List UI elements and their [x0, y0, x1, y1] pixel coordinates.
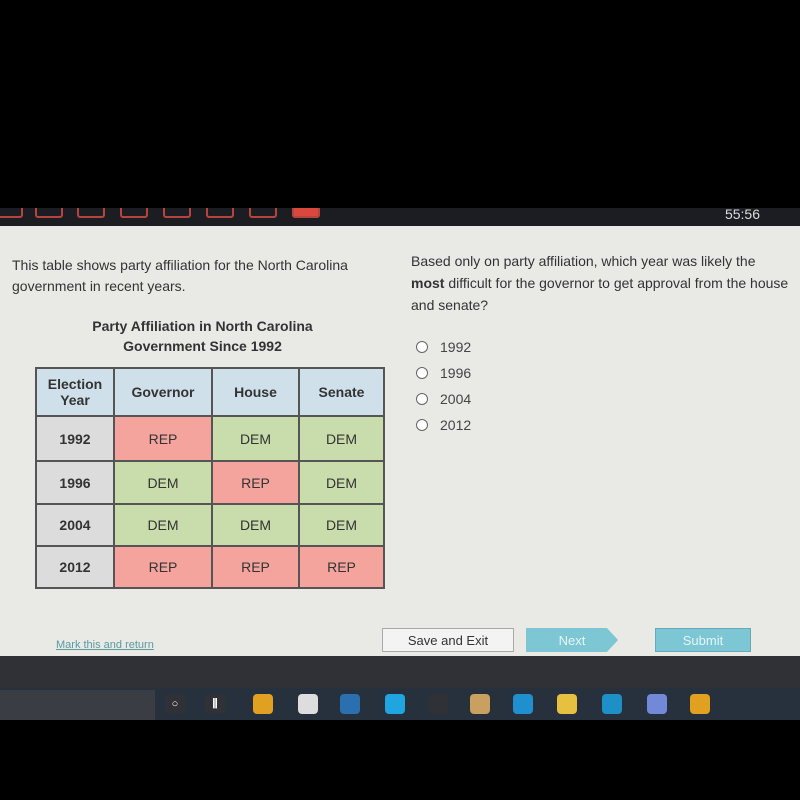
house-cell: DEM: [211, 415, 300, 462]
question-nav-box[interactable]: [120, 208, 148, 218]
radio-button[interactable]: [416, 419, 428, 431]
chrome-icon[interactable]: [253, 694, 273, 714]
question-emphasis: most: [411, 275, 445, 291]
governor-cell: REP: [113, 415, 213, 462]
year-cell: 1992: [35, 415, 115, 462]
next-button[interactable]: Next: [526, 628, 618, 652]
column-header: Election Year: [35, 367, 115, 417]
table-title-line: Party Affiliation in North Carolina: [92, 318, 313, 334]
app-icon[interactable]: [428, 694, 448, 714]
steam-icon[interactable]: [340, 694, 360, 714]
option-label: 2012: [440, 417, 472, 433]
senate-cell: DEM: [298, 460, 385, 505]
question-part: Based only on party affiliation, which y…: [411, 253, 756, 269]
timer: 55:56: [724, 206, 760, 222]
column-header: Governor: [113, 367, 213, 417]
house-cell: REP: [211, 545, 300, 589]
year-cell: 1996: [35, 460, 115, 505]
mark-and-return-link[interactable]: Mark this and return: [56, 639, 154, 651]
option-label: 2004: [440, 391, 472, 407]
governor-cell: REP: [113, 545, 213, 589]
taskbar-search-box[interactable]: [0, 690, 155, 720]
radio-button[interactable]: [416, 341, 428, 353]
question-nav-box[interactable]: [249, 208, 277, 218]
question-nav-box[interactable]: [77, 208, 105, 218]
discord-icon[interactable]: [647, 694, 667, 714]
house-cell: REP: [211, 460, 300, 505]
question-nav-box[interactable]: [0, 208, 23, 218]
radio-button[interactable]: [416, 367, 428, 379]
year-cell: 2012: [35, 545, 115, 589]
question-part: difficult for the governor to get approv…: [411, 275, 789, 313]
answer-options: 1992 1996 2004 2012: [416, 334, 471, 438]
option-label: 1996: [440, 365, 472, 381]
answer-option-2012[interactable]: 2012: [416, 412, 471, 438]
party-affiliation-table: Election Year Governor House Senate 1992…: [35, 367, 385, 589]
year-cell: 2004: [35, 503, 115, 547]
submit-button[interactable]: Submit: [655, 628, 751, 652]
table-row: 2004 DEM DEM DEM: [35, 503, 385, 547]
cortana-icon[interactable]: ○: [165, 694, 185, 714]
file-explorer-icon[interactable]: [557, 694, 577, 714]
column-header: Senate: [298, 367, 385, 417]
skype-icon[interactable]: [385, 694, 405, 714]
question-nav-box[interactable]: [206, 208, 234, 218]
house-cell: DEM: [211, 503, 300, 547]
intro-text: This table shows party affiliation for t…: [12, 257, 348, 294]
answer-option-1992[interactable]: 1992: [416, 334, 471, 360]
table-row: 1996 DEM REP DEM: [35, 460, 385, 505]
table-title-line: Government Since 1992: [123, 338, 282, 354]
senate-cell: DEM: [298, 415, 385, 462]
table-row: 2012 REP REP REP: [35, 545, 385, 589]
table-title: Party Affiliation in North Carolina Gover…: [40, 316, 365, 356]
question-nav-box[interactable]: [163, 208, 191, 218]
governor-cell: DEM: [113, 460, 213, 505]
table-row: 1992 REP DEM DEM: [35, 415, 385, 462]
answer-option-1996[interactable]: 1996: [416, 360, 471, 386]
task-view-icon[interactable]: ⫼: [205, 694, 225, 714]
question-nav-box[interactable]: [292, 208, 320, 218]
senate-cell: REP: [298, 545, 385, 589]
edge-icon[interactable]: [602, 694, 622, 714]
question-nav-box[interactable]: [35, 208, 63, 218]
column-header: House: [211, 367, 300, 417]
store-icon[interactable]: [470, 694, 490, 714]
chrome-icon[interactable]: [690, 694, 710, 714]
answer-option-2004[interactable]: 2004: [416, 386, 471, 412]
save-and-exit-button[interactable]: Save and Exit: [382, 628, 514, 652]
mail-icon[interactable]: [513, 694, 533, 714]
governor-cell: DEM: [113, 503, 213, 547]
option-label: 1992: [440, 339, 472, 355]
roblox-icon[interactable]: [298, 694, 318, 714]
question-text: Based only on party affiliation, which y…: [411, 250, 791, 316]
radio-button[interactable]: [416, 393, 428, 405]
desktop-edge: [0, 656, 800, 688]
senate-cell: DEM: [298, 503, 385, 547]
